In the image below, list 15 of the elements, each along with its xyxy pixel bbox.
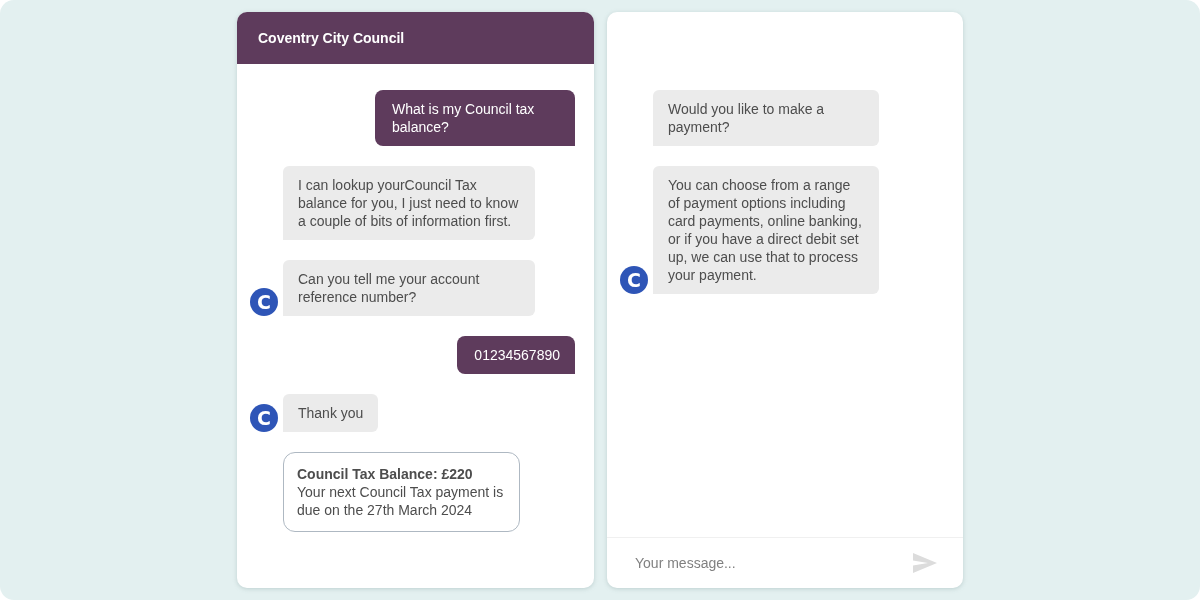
chat-title: Coventry City Council bbox=[258, 30, 405, 46]
send-icon bbox=[913, 553, 937, 573]
bot-message: Thank you bbox=[283, 394, 379, 432]
bot-avatar: C bbox=[250, 288, 278, 316]
bot-avatar: C bbox=[250, 404, 278, 432]
card-title: Council Tax Balance: £220 bbox=[297, 465, 474, 483]
bot-message: Can you tell me your account reference number? bbox=[283, 260, 535, 316]
bot-message: I can lookup yourCouncil Tax balance for you, I just need to know a couple of bits of information first. bbox=[283, 166, 535, 240]
bot-message: Would you like to make a payment? bbox=[653, 90, 879, 146]
user-message: 01234567890 bbox=[457, 336, 575, 374]
bot-avatar: C bbox=[620, 266, 648, 294]
card-text: Your next Council Tax payment is due on the 27th March 2024 bbox=[297, 483, 505, 519]
bot-message: You can choose from a range of payment options including card payments, online banking, or if you have a direct debit set up, we can use that to process your payment. bbox=[653, 166, 879, 294]
message-input[interactable]: Your message... bbox=[635, 555, 913, 571]
user-message: What is my Council tax balance? bbox=[375, 90, 575, 146]
